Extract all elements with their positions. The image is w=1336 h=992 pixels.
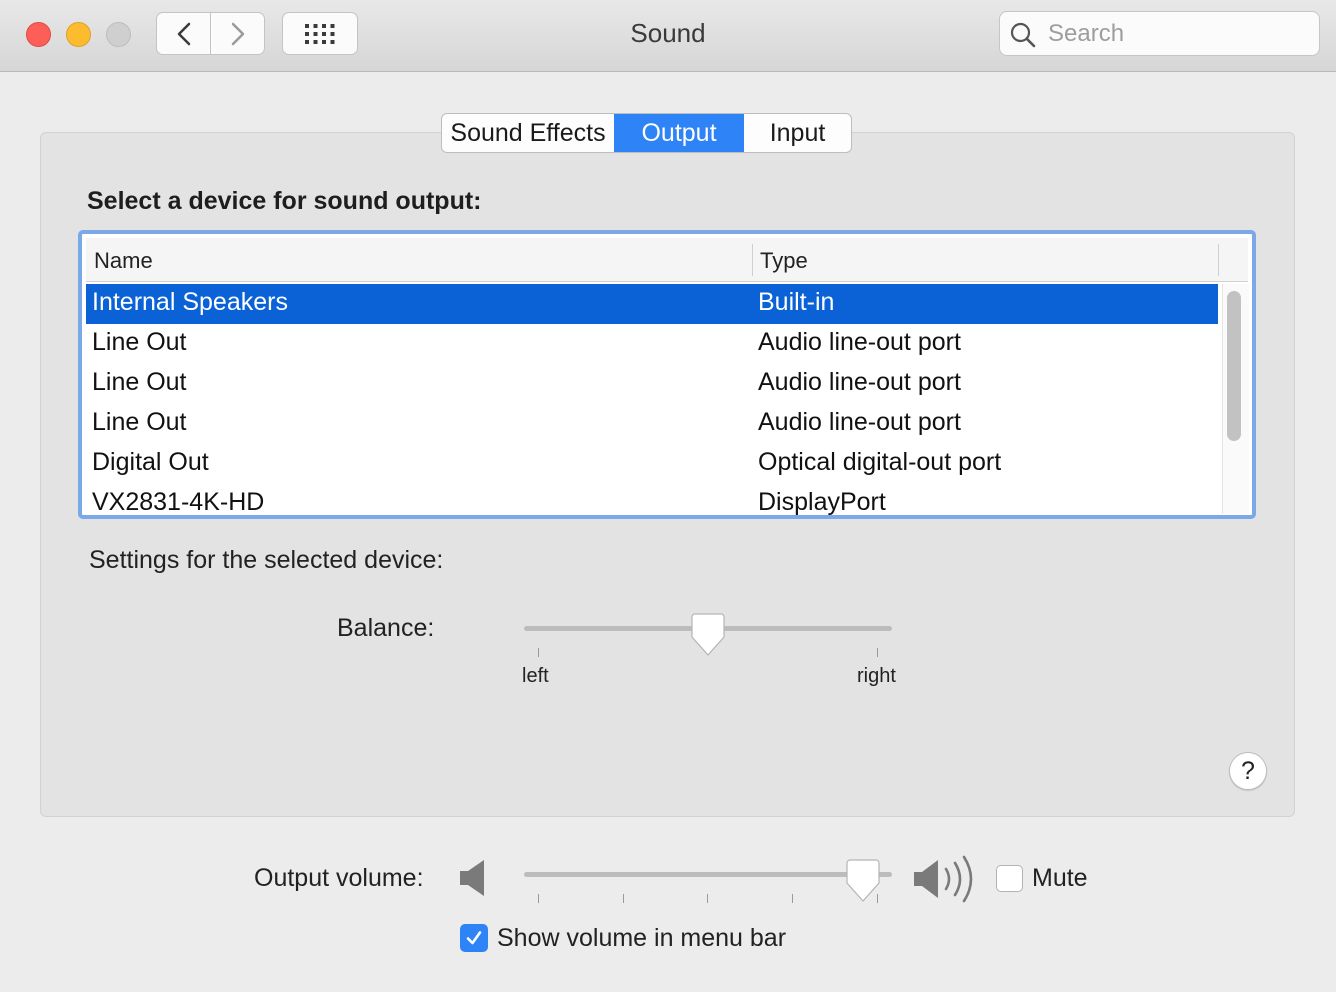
column-divider[interactable]	[752, 244, 753, 276]
tab-sound-effects[interactable]: Sound Effects	[442, 114, 614, 152]
output-volume-label: Output volume:	[254, 864, 424, 892]
device-list-heading: Select a device for sound output:	[87, 187, 482, 215]
mute-checkbox[interactable]	[996, 865, 1023, 892]
checkmark-icon	[466, 931, 482, 945]
search-icon	[1010, 22, 1036, 48]
slider-tick	[623, 894, 624, 903]
scrollbar-thumb[interactable]	[1227, 291, 1241, 441]
grid-icon	[305, 23, 335, 44]
device-name: VX2831-4K-HD	[92, 488, 265, 516]
device-type: Optical digital-out port	[758, 448, 1002, 476]
table-row[interactable]: Digital Out Optical digital-out port	[86, 444, 1218, 484]
device-name: Digital Out	[92, 448, 209, 476]
slider-tick	[792, 894, 793, 903]
balance-label: Balance:	[337, 614, 435, 642]
help-button[interactable]: ?	[1229, 752, 1267, 790]
balance-slider-thumb[interactable]	[690, 613, 725, 657]
device-table[interactable]: Name Type Internal Speakers Built-in Lin…	[78, 230, 1256, 519]
column-divider	[1218, 244, 1219, 276]
minimize-window-button[interactable]	[66, 22, 91, 47]
device-type: DisplayPort	[758, 488, 886, 516]
settings-heading: Settings for the selected device:	[89, 546, 444, 574]
device-rows: Internal Speakers Built-in Line Out Audi…	[86, 284, 1218, 516]
table-row-internal-speakers[interactable]: Internal Speakers Built-in	[86, 284, 1218, 324]
slider-tick	[538, 648, 539, 657]
tab-bar: Sound Effects Output Input	[441, 113, 852, 153]
column-header-type[interactable]: Type	[760, 248, 808, 274]
forward-button[interactable]	[210, 13, 264, 54]
table-header: Name Type	[86, 238, 1248, 282]
slider-tick	[877, 648, 878, 657]
volume-slider-thumb[interactable]	[846, 859, 881, 903]
table-row[interactable]: Line Out Audio line-out port	[86, 324, 1218, 364]
table-row[interactable]: Line Out Audio line-out port	[86, 364, 1218, 404]
search-input[interactable]	[1046, 18, 1310, 50]
balance-right-label: right	[857, 665, 896, 687]
show-volume-checkbox[interactable]	[460, 924, 488, 952]
table-row[interactable]: Line Out Audio line-out port	[86, 404, 1218, 444]
table-row[interactable]: VX2831-4K-HD DisplayPort	[86, 484, 1218, 516]
window-title: Sound	[630, 18, 706, 48]
back-button[interactable]	[157, 13, 210, 54]
chevron-right-icon	[231, 22, 244, 45]
device-name: Line Out	[92, 368, 187, 396]
device-type: Audio line-out port	[758, 408, 961, 436]
navigation-buttons	[156, 12, 265, 55]
tab-output[interactable]: Output	[614, 114, 744, 152]
close-window-button[interactable]	[26, 22, 51, 47]
show-volume-label[interactable]: Show volume in menu bar	[497, 924, 786, 953]
volume-slider-track[interactable]	[524, 872, 892, 877]
tab-input[interactable]: Input	[744, 114, 851, 152]
device-type: Built-in	[758, 288, 835, 316]
device-name: Internal Speakers	[92, 288, 288, 316]
balance-left-label: left	[522, 665, 549, 687]
device-name: Line Out	[92, 328, 187, 356]
show-all-button[interactable]	[282, 12, 358, 55]
chevron-left-icon	[177, 22, 190, 45]
device-name: Line Out	[92, 408, 187, 436]
mute-label[interactable]: Mute	[1032, 864, 1088, 893]
speaker-high-icon	[914, 855, 973, 903]
slider-tick	[707, 894, 708, 903]
search-field[interactable]	[999, 11, 1320, 56]
slider-tick	[538, 894, 539, 903]
title-bar: Sound	[0, 0, 1336, 72]
device-type: Audio line-out port	[758, 368, 961, 396]
device-type: Audio line-out port	[758, 328, 961, 356]
zoom-window-button	[106, 22, 131, 47]
speaker-low-icon	[460, 860, 484, 896]
column-header-name[interactable]: Name	[94, 248, 153, 274]
